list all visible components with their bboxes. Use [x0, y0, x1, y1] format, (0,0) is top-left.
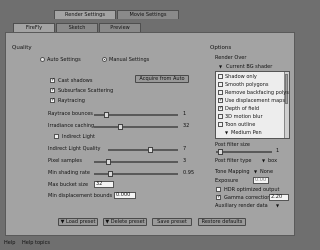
- tab-movie-settings[interactable]: Movie Settings: [117, 10, 179, 19]
- min-displacement-bounds-label: Min displacement bounds: [48, 193, 113, 199]
- indirect-light-quality-handle[interactable]: [148, 147, 153, 153]
- medium-pen-value[interactable]: Medium Pen: [231, 130, 262, 136]
- options-list-scroll-thumb[interactable]: [285, 74, 288, 104]
- load-preset-label: Load preset: [66, 219, 96, 225]
- post-filter-size-slider[interactable]: [216, 151, 272, 153]
- min-shading-rate-handle[interactable]: [108, 171, 113, 177]
- pixel-samples-handle[interactable]: [106, 159, 111, 165]
- render-over-value[interactable]: Current BG shader: [226, 64, 272, 70]
- post-filter-size-value: 1: [276, 148, 280, 154]
- help-label[interactable]: Help: [4, 240, 15, 246]
- pixel-samples-label: Pixel samples: [48, 158, 82, 164]
- tab-preview[interactable]: Preview: [99, 23, 141, 32]
- exposure-field[interactable]: 0.00: [253, 177, 269, 184]
- exposure-label: Exposure: [215, 178, 239, 184]
- gamma-correction-field[interactable]: 2.20: [269, 194, 289, 201]
- 3d-motion-blur-label: 3D motion blur: [225, 114, 263, 120]
- indirect-light-label: Indirect Light: [62, 134, 96, 140]
- tab-sketch[interactable]: Sketch: [56, 23, 98, 32]
- restore-defaults-button[interactable]: Restore defaults: [198, 218, 246, 226]
- raytracing-checkbox[interactable]: ✓: [50, 98, 55, 103]
- tone-mapping-label: Tone Mapping: [215, 169, 250, 175]
- delete-preset-label: Delete preset: [110, 219, 145, 225]
- tone-mapping-dropdown-icon[interactable]: ▼: [254, 169, 257, 174]
- indirect-light-quality-slider[interactable]: [108, 149, 178, 151]
- shadow-only-checkbox[interactable]: [218, 74, 223, 79]
- raytrace-bounces-handle[interactable]: [104, 112, 109, 118]
- indirect-light-quality-value: 7: [183, 146, 187, 152]
- min-displacement-bounds-field[interactable]: 0.000: [114, 192, 136, 199]
- depth-of-field-label: Depth of field: [225, 106, 260, 112]
- smooth-polygons-label: Smooth polygons: [225, 82, 269, 88]
- hdr-optimized-label: HDR optimized output: [224, 187, 280, 193]
- render-over-dropdown-icon[interactable]: ▼: [219, 64, 222, 69]
- post-filter-size-label: Post filter size: [215, 142, 250, 148]
- save-preset-button[interactable]: Save preset: [152, 218, 192, 226]
- hdr-optimized-checkbox[interactable]: [216, 187, 221, 192]
- remove-backfacing-polys-label: Remove backfacing polys: [225, 90, 289, 96]
- max-bucket-size-label: Max bucket size: [48, 182, 89, 188]
- irradiance-caching-value: 32: [183, 123, 190, 129]
- render-over-label: Render Over: [215, 55, 247, 61]
- tab-render-settings[interactable]: Render Settings: [54, 10, 116, 19]
- 3d-motion-blur-checkbox[interactable]: [218, 114, 223, 119]
- min-shading-rate-slider[interactable]: [94, 173, 178, 175]
- gamma-correction-checkbox[interactable]: ✓: [216, 195, 221, 200]
- delete-preset-button[interactable]: ▼ Delete preset: [103, 218, 147, 226]
- irradiance-caching-label: Irradiance caching: [48, 123, 95, 129]
- help-topics-label[interactable]: Help topics: [22, 240, 50, 246]
- raytracing-label: Raytracing: [58, 98, 85, 104]
- raytrace-bounces-label: Raytrace bounces: [48, 111, 93, 117]
- medium-pen-dropdown-icon[interactable]: ▼: [225, 130, 228, 135]
- load-preset-button[interactable]: ▼ Load preset: [58, 218, 98, 226]
- indirect-light-checkbox[interactable]: [54, 134, 59, 139]
- post-filter-type-label: Post filter type: [215, 158, 252, 164]
- max-bucket-size-field[interactable]: 32: [94, 181, 114, 188]
- auto-settings-label: Auto Settings: [47, 57, 81, 63]
- cast-shadows-label: Cast shadows: [58, 78, 93, 84]
- tone-mapping-value[interactable]: None: [260, 169, 273, 175]
- quality-title: Quality: [12, 45, 32, 51]
- pixel-samples-value: 3: [183, 158, 187, 164]
- auto-settings-radio[interactable]: [40, 57, 45, 62]
- subsurface-scattering-checkbox[interactable]: ✓: [50, 88, 55, 93]
- auxiliary-render-data-label: Auxiliary render data: [215, 203, 268, 209]
- min-shading-rate-label: Min shading rate: [48, 170, 90, 176]
- auxiliary-render-data-dropdown-icon[interactable]: ▼: [276, 203, 279, 208]
- subsurface-scattering-label: Subsurface Scattering: [58, 88, 114, 94]
- raytrace-bounces-value: 1: [183, 111, 187, 117]
- smooth-polygons-checkbox[interactable]: [218, 82, 223, 87]
- post-filter-type-dropdown-icon[interactable]: ▼: [262, 158, 265, 163]
- indirect-light-quality-label: Indirect Light Quality: [48, 146, 101, 152]
- irradiance-caching-handle[interactable]: [118, 124, 123, 130]
- manual-settings-radio[interactable]: [102, 57, 107, 62]
- irradiance-caching-slider[interactable]: [94, 126, 178, 128]
- cast-shadows-checkbox[interactable]: ✓: [50, 78, 55, 83]
- post-filter-type-value[interactable]: box: [268, 158, 277, 164]
- shadow-only-label: Shadow only: [225, 74, 257, 80]
- depth-of-field-checkbox[interactable]: ✓: [218, 106, 223, 111]
- toon-outline-label: Toon outline: [225, 122, 256, 128]
- remove-backfacing-polys-checkbox[interactable]: [218, 90, 223, 95]
- post-filter-size-handle[interactable]: [218, 149, 223, 155]
- manual-settings-label: Manual Settings: [109, 57, 150, 63]
- min-shading-rate-value: 0.95: [183, 170, 195, 176]
- options-title: Options: [210, 45, 232, 51]
- use-displacement-maps-label: Use displacement maps: [225, 98, 285, 104]
- gamma-correction-label: Gamma correction: [224, 195, 271, 201]
- toon-outline-checkbox[interactable]: [218, 122, 223, 127]
- tab-firefly[interactable]: FireFly: [13, 23, 55, 32]
- use-displacement-maps-checkbox[interactable]: ✓: [218, 98, 223, 103]
- acquire-from-auto-button[interactable]: Acquire from Auto: [135, 75, 189, 83]
